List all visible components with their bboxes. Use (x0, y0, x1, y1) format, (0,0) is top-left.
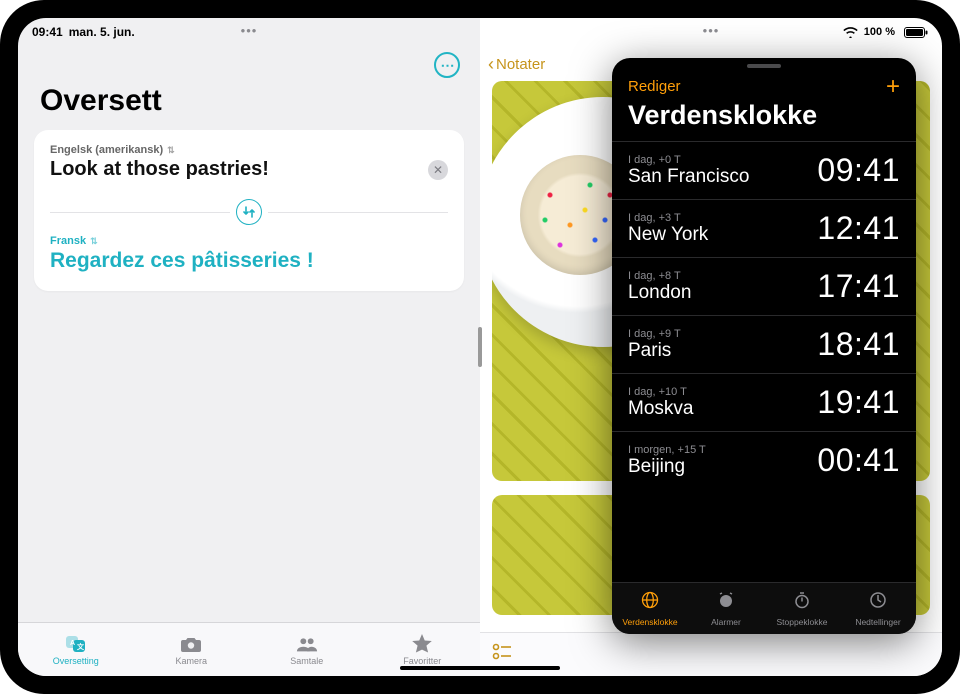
multitask-dots-icon[interactable]: ••• (241, 23, 258, 38)
tab-label: Favoritter (403, 656, 441, 666)
divider (268, 212, 448, 213)
star-icon (411, 634, 433, 654)
target-language-picker[interactable]: Fransk ⇅ (50, 235, 448, 247)
tab-camera[interactable]: Kamera (134, 623, 250, 676)
world-clock-list[interactable]: I dag, +0 T San Francisco 09:41 I dag, +… (612, 141, 916, 582)
tab-world-clock[interactable]: Verdensklokke (612, 583, 688, 634)
clock-city: Moskva (628, 398, 693, 420)
clock-time: 12:41 (817, 210, 900, 247)
clock-time: 09:41 (817, 152, 900, 189)
clock-slideover: Rediger + Verdensklokke I dag, +0 T San … (612, 58, 916, 634)
clock-row[interactable]: I dag, +8 T London 17:41 (612, 257, 916, 315)
clock-city: London (628, 282, 691, 304)
people-icon (296, 634, 318, 654)
home-indicator[interactable] (400, 666, 560, 670)
tab-label: Oversetting (53, 656, 99, 666)
status-time: 09:41 (32, 25, 63, 39)
tab-label: Nedtellinger (855, 617, 900, 627)
world-clock-title: Verdensklokke (612, 98, 916, 141)
edit-button[interactable]: Rediger (628, 78, 681, 96)
clock-meta: I dag, +8 T (628, 270, 691, 282)
tab-label: Alarmer (711, 617, 741, 627)
clock-meta: I morgen, +15 T (628, 444, 706, 456)
clock-city: New York (628, 224, 708, 246)
wifi-icon (843, 27, 858, 38)
chevron-left-icon: ‹ (488, 54, 494, 75)
clock-meta: I dag, +9 T (628, 328, 681, 340)
source-language-picker[interactable]: Engelsk (amerikansk) ⇅ (50, 144, 448, 156)
clock-meta: I dag, +3 T (628, 212, 708, 224)
timer-icon (869, 591, 887, 614)
tab-stopwatch[interactable]: Stoppeklokke (764, 583, 840, 634)
split-view-handle[interactable] (478, 327, 482, 367)
alarm-icon (717, 591, 735, 614)
checklist-icon[interactable] (492, 643, 512, 666)
tab-alarm[interactable]: Alarmer (688, 583, 764, 634)
divider (50, 212, 230, 213)
tab-label: Verdensklokke (622, 617, 677, 627)
add-clock-button[interactable]: + (886, 78, 900, 96)
ipad-frame: 09:41 man. 5. jun. 100 % ••• ⋯ Oversett (0, 0, 960, 694)
battery-icon (904, 27, 928, 38)
clock-row[interactable]: I morgen, +15 T Beijing 00:41 (612, 431, 916, 489)
clock-time: 19:41 (817, 384, 900, 421)
tab-label: Samtale (290, 656, 323, 666)
translate-icon: A文 (65, 634, 87, 654)
screen: 09:41 man. 5. jun. 100 % ••• ⋯ Oversett (18, 18, 942, 676)
globe-icon (641, 591, 659, 614)
clock-time: 00:41 (817, 442, 900, 479)
clock-tabbar: Verdensklokke Alarmer Stoppeklokke (612, 582, 916, 634)
clock-time: 17:41 (817, 268, 900, 305)
tab-conversation[interactable]: Samtale (249, 623, 365, 676)
translate-app-pane: ••• ⋯ Oversett Engelsk (amerikansk) ⇅ Lo… (18, 18, 480, 676)
clock-city: Beijing (628, 456, 706, 478)
swap-languages-button[interactable] (236, 199, 262, 225)
source-language-label: Engelsk (amerikansk) (50, 144, 163, 156)
clock-meta: I dag, +0 T (628, 154, 749, 166)
target-language-label: Fransk (50, 235, 86, 247)
battery-percent: 100 % (864, 26, 895, 38)
clock-meta: I dag, +10 T (628, 386, 693, 398)
target-text: Regardez ces pâtisseries ! (50, 249, 448, 273)
clock-row[interactable]: I dag, +10 T Moskva 19:41 (612, 373, 916, 431)
status-date: man. 5. jun. (69, 25, 135, 39)
clock-row[interactable]: I dag, +3 T New York 12:41 (612, 199, 916, 257)
clock-row[interactable]: I dag, +0 T San Francisco 09:41 (612, 141, 916, 199)
chevron-updown-icon: ⇅ (90, 236, 98, 247)
multitask-dots-icon[interactable]: ••• (703, 23, 720, 38)
tab-label: Kamera (175, 656, 207, 666)
svg-text:A: A (70, 640, 75, 647)
svg-text:文: 文 (77, 642, 85, 651)
status-bar: 09:41 man. 5. jun. 100 % (18, 18, 942, 42)
stopwatch-icon (793, 591, 811, 614)
tab-timer[interactable]: Nedtellinger (840, 583, 916, 634)
clock-time: 18:41 (817, 326, 900, 363)
source-text[interactable]: Look at those pastries! (50, 158, 269, 181)
clear-text-button[interactable]: ✕ (428, 160, 448, 180)
clock-city: Paris (628, 340, 681, 362)
chevron-updown-icon: ⇅ (167, 145, 175, 156)
notes-back-label: Notater (496, 56, 545, 73)
more-options-button[interactable]: ⋯ (434, 52, 460, 78)
clock-city: San Francisco (628, 166, 749, 188)
tab-label: Stoppeklokke (776, 617, 827, 627)
camera-icon (180, 634, 202, 654)
translate-card: Engelsk (amerikansk) ⇅ Look at those pas… (34, 130, 464, 291)
tab-translate[interactable]: A文 Oversetting (18, 623, 134, 676)
translate-title: Oversett (18, 78, 480, 130)
clock-row[interactable]: I dag, +9 T Paris 18:41 (612, 315, 916, 373)
